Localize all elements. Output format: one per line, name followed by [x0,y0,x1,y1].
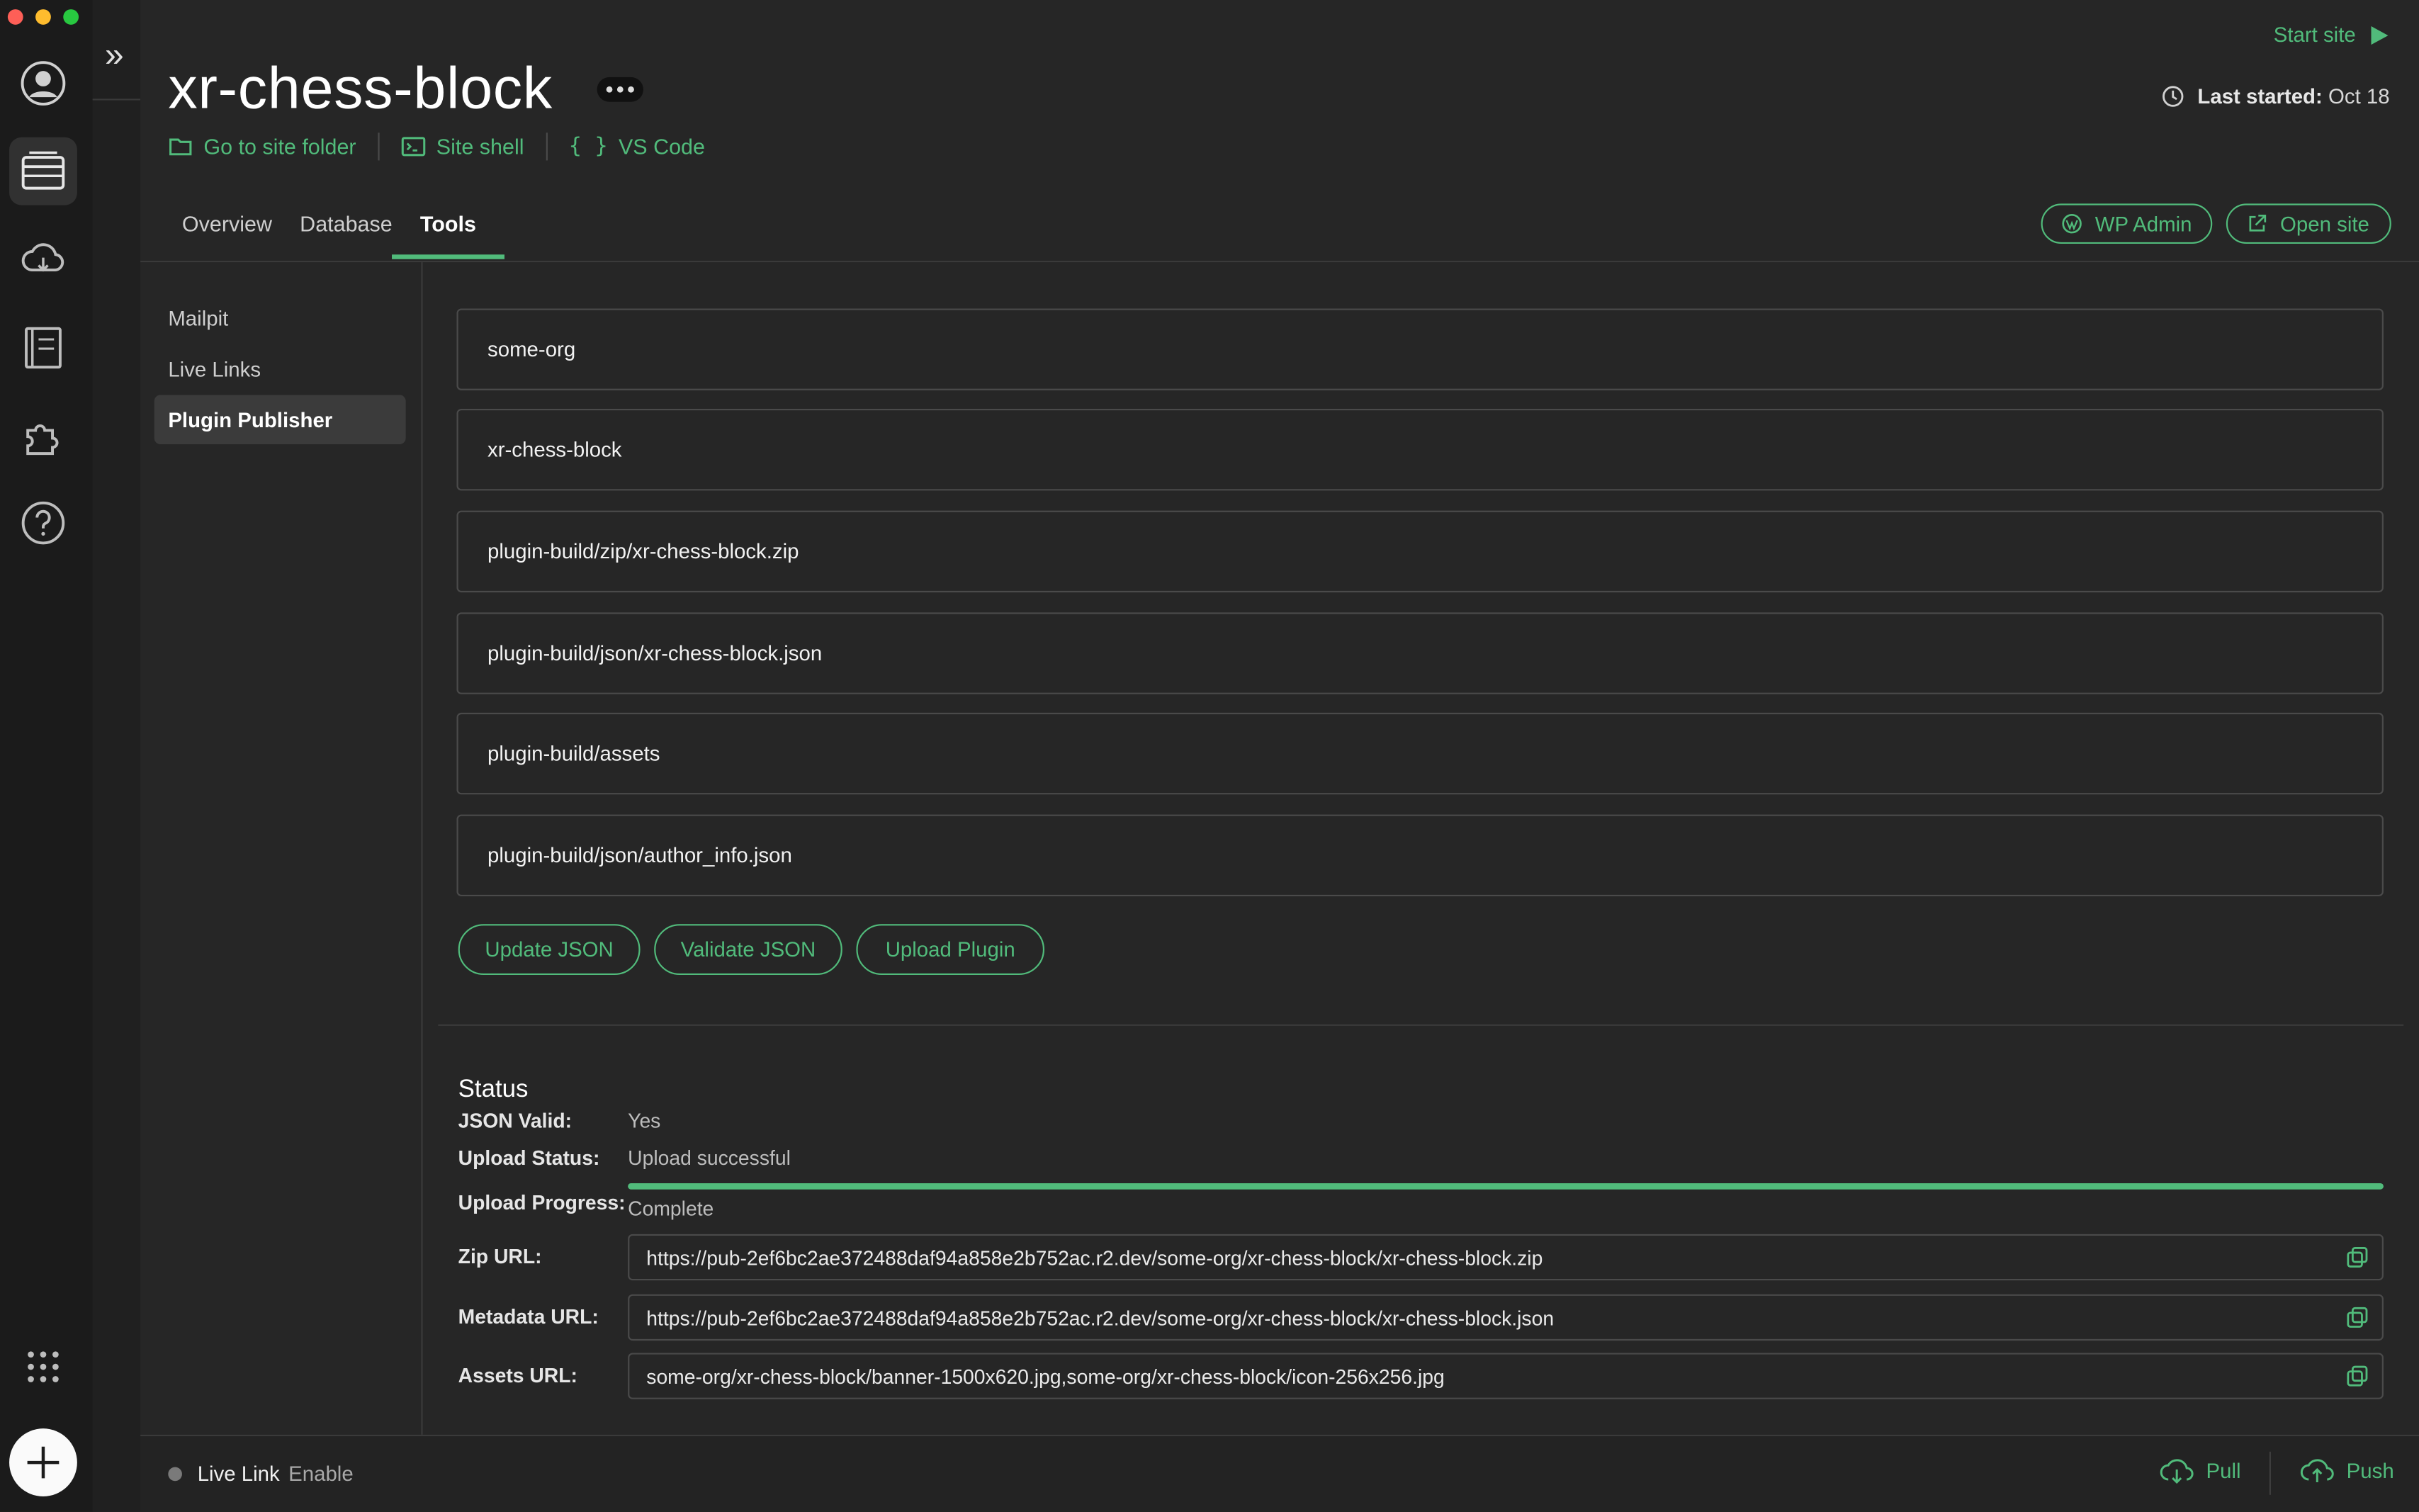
vs-code-link[interactable]: { } VS Code [569,134,705,159]
apps-grid-icon[interactable] [9,1333,77,1401]
add-site-button[interactable] [9,1428,77,1496]
copy-icon[interactable] [2347,1365,2368,1387]
copy-icon[interactable] [2347,1246,2368,1268]
assets-path-field[interactable]: plugin-build/assets [456,712,2384,795]
assets-url-field[interactable]: some-org/xr-chess-block/banner-1500x620.… [628,1353,2384,1399]
open-site-button[interactable]: Open site [2226,203,2391,244]
close-window-button[interactable] [7,9,23,25]
upload-progress-value: Complete [628,1197,714,1221]
cloud-connect-icon[interactable] [9,225,77,293]
open-site-label: Open site [2280,212,2369,236]
more-options-button[interactable] [597,77,643,102]
play-icon [2371,25,2389,45]
tab-overview[interactable]: Overview [168,201,286,259]
start-site-button[interactable]: Start site [2273,23,2390,47]
status-heading: Status [458,1076,529,1103]
sites-icon[interactable] [9,137,77,205]
upload-progress-bar [628,1183,2384,1190]
external-link-icon [2249,214,2267,232]
live-link-label: Live Link [197,1462,280,1486]
go-to-site-folder-label: Go to site folder [203,134,356,159]
code-braces-icon: { } [568,134,608,159]
pull-label: Pull [2206,1459,2241,1483]
org-field[interactable]: some-org [456,308,2384,390]
user-account-icon[interactable] [9,50,77,118]
footer-bar: Live Link Enable Pull Push [140,1434,2419,1512]
validate-json-button[interactable]: Validate JSON [654,924,842,976]
zip-url-field[interactable]: https://pub-2ef6bc2ae372488daf94a858e2b7… [628,1234,2384,1281]
subnav-item-plugin-publisher[interactable]: Plugin Publisher [154,395,406,445]
pull-button[interactable]: Pull [2160,1458,2241,1484]
site-title: xr-chess-block [168,57,553,123]
push-label: Push [2346,1459,2394,1483]
site-main-panel: xr-chess-block Go to site folder Site sh… [140,0,2419,1512]
zip-url-value: https://pub-2ef6bc2ae372488daf94a858e2b7… [646,1246,1543,1269]
upload-status-label: Upload Status: [458,1146,600,1170]
enable-live-link-button[interactable]: Enable [288,1462,354,1486]
metadata-url-value: https://pub-2ef6bc2ae372488daf94a858e2b7… [646,1306,1555,1329]
upload-progress-label: Upload Progress: [458,1190,626,1214]
plus-icon [27,1446,60,1479]
plugin-slug-field[interactable]: xr-chess-block [456,408,2384,491]
site-tabs: Overview Database Tools [168,201,504,259]
wp-admin-button[interactable]: WP Admin [2041,203,2213,244]
tab-tools[interactable]: Tools [392,201,504,259]
assets-url-value: some-org/xr-chess-block/banner-1500x620.… [646,1364,1445,1388]
sidebar-gutter [92,0,141,1512]
app-rail [0,0,93,1512]
wp-admin-label: WP Admin [2094,212,2192,236]
cloud-upload-icon [2300,1459,2334,1483]
clock-icon [2163,86,2184,107]
author-info-path-field[interactable]: plugin-build/json/author_info.json [456,814,2384,897]
push-button[interactable]: Push [2300,1458,2394,1484]
terminal-icon [401,137,425,157]
go-to-site-folder-link[interactable]: Go to site folder [168,134,356,159]
last-started-value: Oct 18 [2328,84,2390,108]
site-quick-links: Go to site folder Site shell { } VS Code [168,132,705,161]
assets-url-label: Assets URL: [458,1363,577,1387]
folder-icon [169,138,192,156]
json-path-field[interactable]: plugin-build/json/xr-chess-block.json [456,612,2384,694]
help-icon[interactable] [9,489,77,557]
zip-path-field[interactable]: plugin-build/zip/xr-chess-block.zip [456,510,2384,593]
blueprints-icon[interactable] [9,313,77,381]
subnav-item-live-links[interactable]: Live Links [154,344,406,394]
upload-plugin-button[interactable]: Upload Plugin [856,924,1045,976]
metadata-url-label: Metadata URL: [458,1304,599,1328]
expand-sidebar-icon[interactable]: » [105,38,124,72]
zoom-window-button[interactable] [63,9,79,25]
last-started-label: Last started: [2197,84,2323,108]
last-started-info: Last started: Oct 18 [2162,84,2390,108]
zip-url-label: Zip URL: [458,1245,542,1268]
metadata-url-field[interactable]: https://pub-2ef6bc2ae372488daf94a858e2b7… [628,1294,2384,1341]
tab-database[interactable]: Database [286,201,407,259]
json-valid-label: JSON Valid: [458,1109,573,1133]
upload-status-value: Upload successful [628,1146,791,1170]
add-ons-icon[interactable] [9,401,77,469]
minimize-window-button[interactable] [35,9,51,25]
tools-subnav: Mailpit Live Links Plugin Publisher [140,262,421,1435]
json-valid-value: Yes [628,1109,661,1133]
wordpress-icon [2062,213,2082,234]
update-json-button[interactable]: Update JSON [458,924,641,976]
subnav-item-mailpit[interactable]: Mailpit [154,293,406,343]
copy-icon[interactable] [2347,1307,2368,1328]
live-link-status-dot [168,1467,182,1482]
start-site-label: Start site [2273,23,2356,47]
vs-code-label: VS Code [618,134,705,159]
site-shell-link[interactable]: Site shell [401,134,524,159]
cloud-download-icon [2160,1459,2194,1484]
site-shell-label: Site shell [436,134,524,159]
